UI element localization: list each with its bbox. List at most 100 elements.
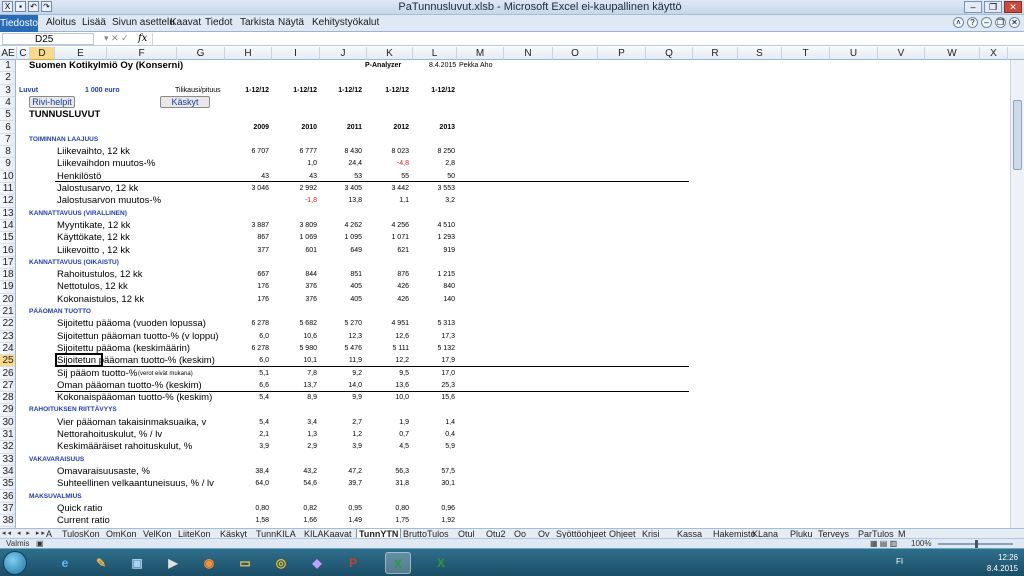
scroll-thumb[interactable]	[1013, 100, 1022, 170]
column-header[interactable]: W	[925, 47, 980, 60]
value-cell[interactable]: 13,8	[322, 195, 362, 207]
value-cell[interactable]: 0,96	[415, 503, 455, 515]
row-header[interactable]: 35	[0, 478, 15, 491]
row-header[interactable]: 22	[0, 318, 15, 331]
value-cell[interactable]: 1,1	[369, 195, 409, 207]
value-cell[interactable]: 1,75	[369, 515, 409, 527]
value-cell[interactable]: 10,6	[277, 331, 317, 343]
row-header[interactable]: 12	[0, 195, 15, 208]
start-button-icon[interactable]	[3, 551, 27, 575]
row-header[interactable]: 1	[0, 60, 15, 73]
value-cell[interactable]: 5 111	[369, 343, 409, 355]
value-cell[interactable]: 17,3	[415, 331, 455, 343]
value-cell[interactable]: 1 215	[415, 269, 455, 281]
row-header[interactable]: 23	[0, 331, 15, 343]
value-cell[interactable]: 3,2	[415, 195, 455, 207]
paint-icon[interactable]: ✎	[88, 552, 114, 574]
value-cell[interactable]: 376	[277, 294, 317, 306]
media-player-icon[interactable]: ▶	[160, 552, 186, 574]
value-cell[interactable]: 1,66	[277, 515, 317, 527]
tab-view[interactable]: Näytä	[278, 17, 304, 28]
row-header[interactable]: 29	[0, 404, 15, 417]
value-cell[interactable]: 2,9	[277, 441, 317, 453]
row-header[interactable]: 27	[0, 380, 15, 393]
row-header[interactable]: 18	[0, 269, 15, 282]
value-cell[interactable]: 25,3	[415, 380, 455, 392]
app-icon[interactable]: ◆	[304, 552, 330, 574]
value-cell[interactable]: 24,4	[322, 158, 362, 170]
row-header[interactable]: 13	[0, 208, 15, 220]
value-cell[interactable]	[229, 195, 269, 207]
value-cell[interactable]: 3 809	[277, 220, 317, 232]
value-cell[interactable]: 12,3	[322, 331, 362, 343]
column-header[interactable]: P	[598, 47, 646, 60]
row-header[interactable]: 3	[0, 85, 15, 97]
row-header[interactable]: 32	[0, 441, 15, 454]
value-cell[interactable]: 649	[322, 245, 362, 257]
row-header[interactable]: 33	[0, 454, 15, 466]
value-cell[interactable]: 140	[415, 294, 455, 306]
value-cell[interactable]: 5 270	[322, 318, 362, 330]
value-cell[interactable]: 56,3	[369, 466, 409, 478]
value-cell[interactable]: 6 278	[229, 343, 269, 355]
column-header[interactable]: F	[107, 47, 177, 60]
row-header[interactable]: 17	[0, 257, 15, 270]
value-cell[interactable]: 4 510	[415, 220, 455, 232]
value-cell[interactable]: 13,7	[277, 380, 317, 392]
value-cell[interactable]: 0,4	[415, 429, 455, 441]
column-header[interactable]: H	[225, 47, 272, 60]
column-header[interactable]: N	[504, 47, 553, 60]
row-header[interactable]: 28	[0, 392, 15, 405]
row-header[interactable]: 24	[0, 343, 15, 356]
value-cell[interactable]: 6,6	[229, 380, 269, 392]
tab-home[interactable]: Aloitus	[46, 17, 76, 28]
value-cell[interactable]: 3,9	[322, 441, 362, 453]
value-cell[interactable]: 0,80	[229, 503, 269, 515]
column-header[interactable]: G	[177, 47, 225, 60]
row-header[interactable]: 11	[0, 183, 15, 196]
chrome-icon[interactable]: ◎	[268, 552, 294, 574]
value-cell[interactable]: 3 405	[322, 183, 362, 195]
value-cell[interactable]: 851	[322, 269, 362, 281]
value-cell[interactable]: 8 023	[369, 146, 409, 158]
undo-icon[interactable]: ↶	[28, 1, 39, 12]
row-header[interactable]: 21	[0, 306, 15, 319]
value-cell[interactable]: 0,7	[369, 429, 409, 441]
value-cell[interactable]: 7,8	[277, 368, 317, 380]
column-header[interactable]: J	[320, 47, 367, 60]
excel-taskbar-icon[interactable]: X	[385, 552, 411, 574]
tray-lang[interactable]: FI	[896, 557, 903, 566]
value-cell[interactable]: 6 707	[229, 146, 269, 158]
value-cell[interactable]: 30,1	[415, 478, 455, 490]
row-header[interactable]: 4	[0, 97, 15, 110]
ribbon-minimize-icon[interactable]: ˄	[953, 17, 964, 28]
row-header[interactable]: 6	[0, 122, 15, 134]
value-cell[interactable]: 426	[369, 294, 409, 306]
value-cell[interactable]: 0,82	[277, 503, 317, 515]
file-explorer-icon[interactable]: ▭	[232, 552, 258, 574]
active-cell-D25[interactable]	[55, 353, 103, 367]
row-header[interactable]: 2	[0, 72, 15, 85]
column-header[interactable]: X	[980, 47, 1008, 60]
value-cell[interactable]: 17,0	[415, 368, 455, 380]
help-icon[interactable]: ?	[967, 17, 978, 28]
column-header[interactable]: O	[553, 47, 598, 60]
tab-insert[interactable]: Lisää	[82, 17, 106, 28]
value-cell[interactable]: 8 430	[322, 146, 362, 158]
workbook-close-icon[interactable]: ✕	[1009, 17, 1020, 28]
value-cell[interactable]: 4 256	[369, 220, 409, 232]
excel-second-icon[interactable]: X	[428, 552, 454, 574]
value-cell[interactable]: 4,5	[369, 441, 409, 453]
row-header[interactable]: 8	[0, 146, 15, 159]
value-cell[interactable]: 9,5	[369, 368, 409, 380]
column-header[interactable]: C	[17, 47, 30, 60]
column-header[interactable]: L	[413, 47, 457, 60]
column-header[interactable]: V	[878, 47, 925, 60]
tab-formulas[interactable]: Kaavat	[170, 17, 201, 28]
value-cell[interactable]: 621	[369, 245, 409, 257]
redo-icon[interactable]: ↷	[41, 1, 52, 12]
value-cell[interactable]: 176	[229, 294, 269, 306]
value-cell[interactable]: 1,0	[277, 158, 317, 170]
row-header[interactable]: 31	[0, 429, 15, 442]
row-header[interactable]: 19	[0, 281, 15, 294]
